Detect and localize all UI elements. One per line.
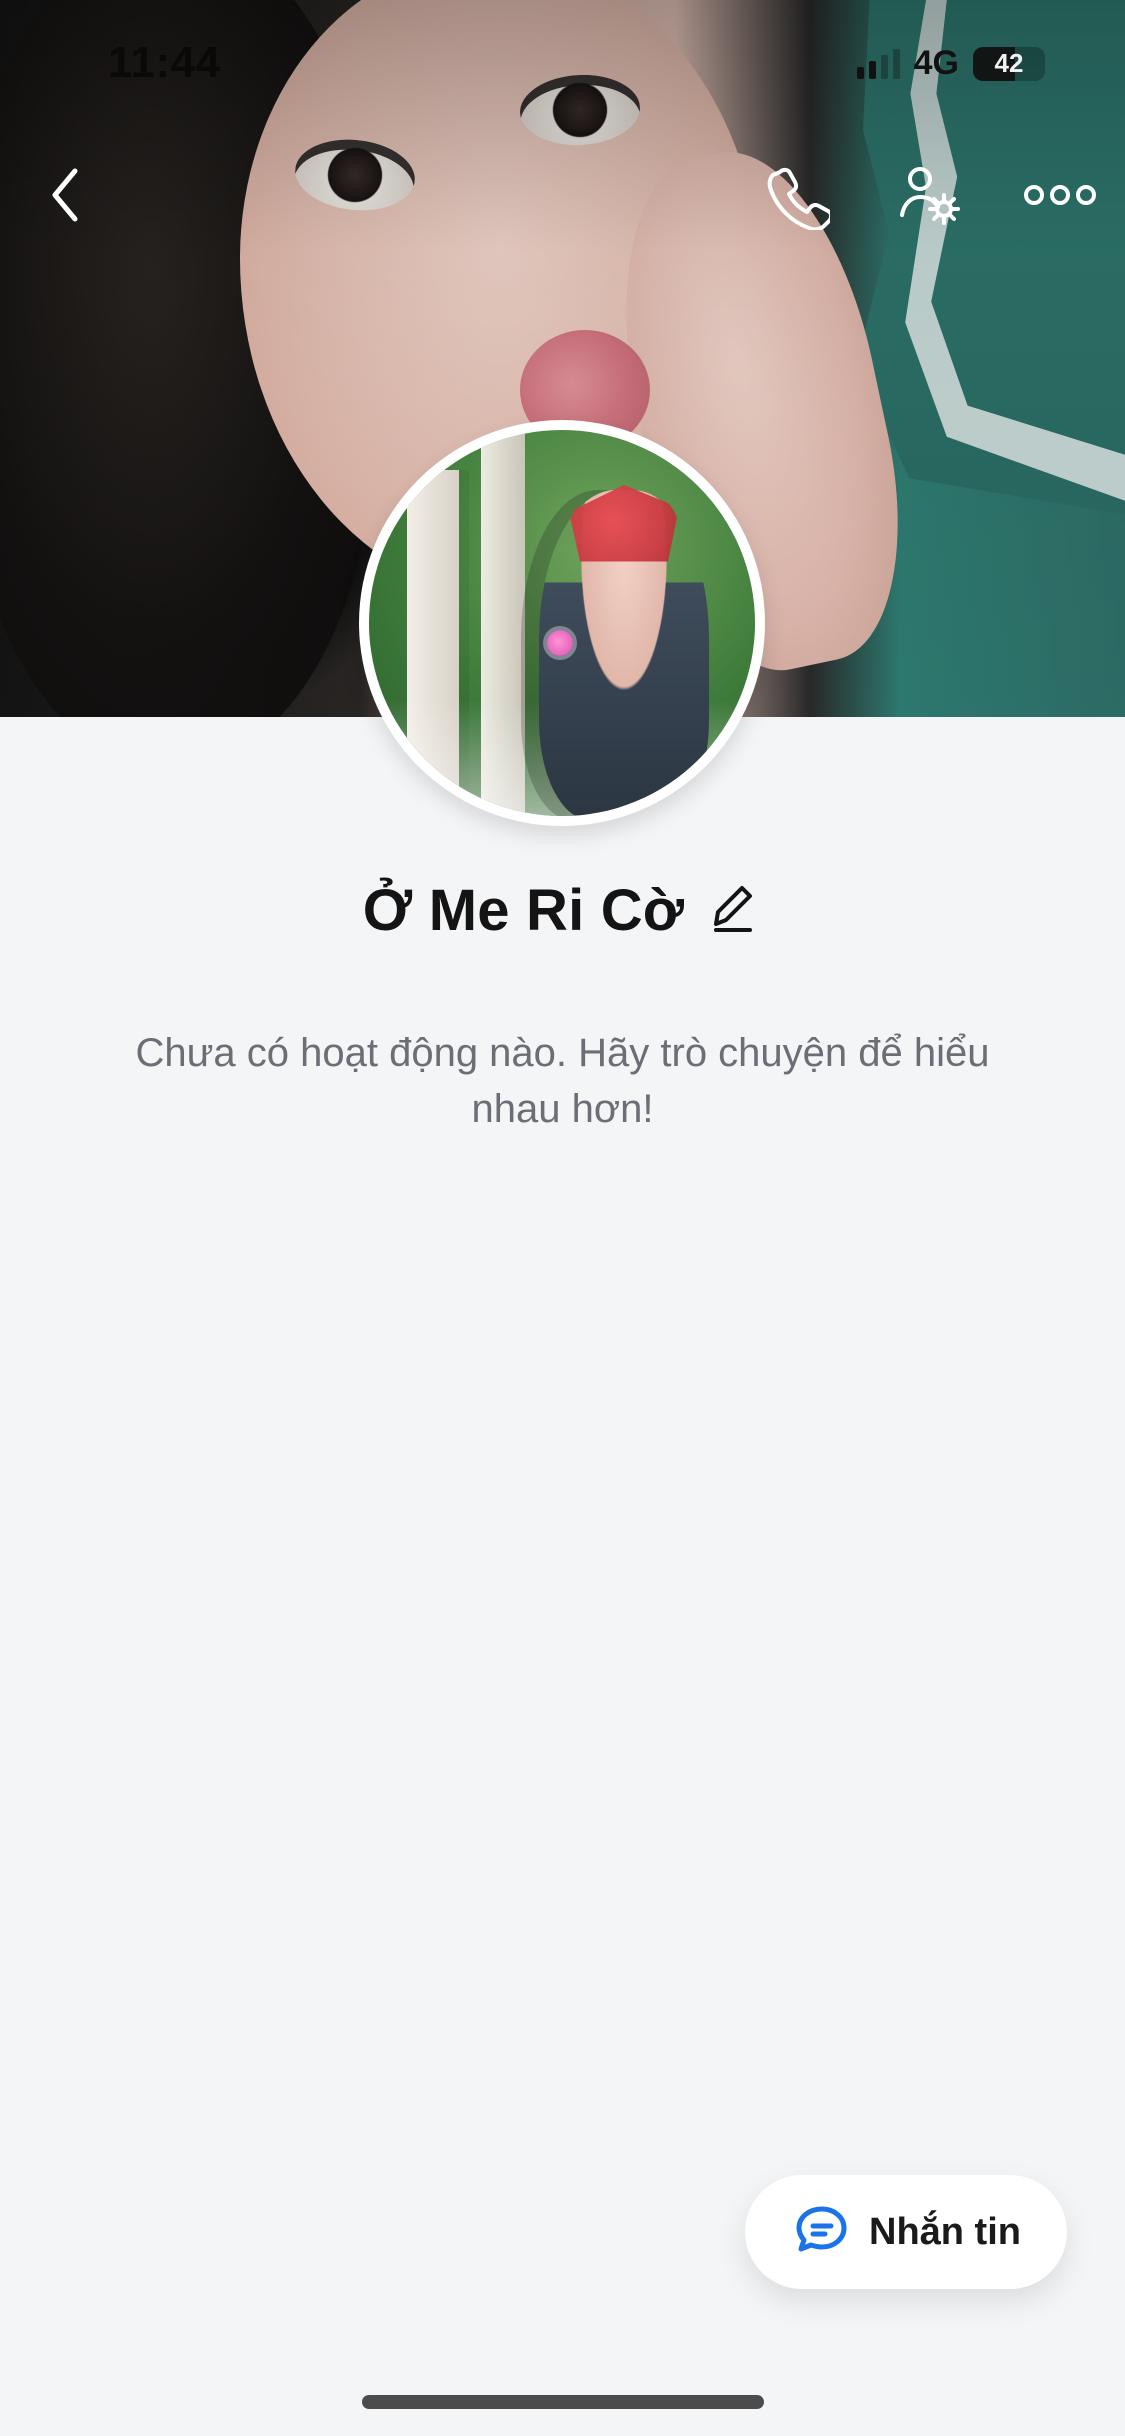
message-button-label: Nhắn tin — [869, 2210, 1021, 2253]
status-time: 11:44 — [108, 38, 221, 87]
pencil-icon — [706, 876, 758, 945]
avatar-sticker — [547, 630, 573, 656]
chat-bubble-icon — [791, 2199, 853, 2266]
status-bar: 11:44 4G 42 — [0, 0, 1125, 130]
back-button[interactable] — [20, 150, 110, 240]
message-button[interactable]: Nhắn tin — [745, 2175, 1067, 2289]
activity-empty-text: Chưa có hoạt động nào. Hãy trò chuyện để… — [135, 1031, 990, 1131]
signal-icon — [856, 48, 900, 79]
user-gear-icon — [892, 157, 968, 233]
battery-icon: 42 — [973, 46, 1045, 81]
profile-top-actions — [0, 150, 1125, 230]
profile-name: Ở Me Ri Cờ — [362, 877, 685, 943]
call-button[interactable] — [750, 150, 840, 240]
edit-name-button[interactable] — [702, 875, 762, 945]
avatar[interactable] — [359, 420, 765, 826]
profile-name-row: Ở Me Ri Cờ — [0, 875, 1125, 945]
network-label: 4G — [913, 44, 959, 82]
profile-settings-button[interactable] — [885, 150, 975, 240]
chevron-left-icon — [43, 163, 87, 227]
home-indicator — [362, 2395, 764, 2409]
more-horizontal-icon — [1022, 180, 1098, 210]
avatar-image — [369, 430, 755, 816]
battery-level: 42 — [994, 48, 1024, 78]
status-indicators: 4G 42 — [856, 44, 1045, 83]
phone-icon — [760, 160, 830, 230]
more-button[interactable] — [1015, 150, 1105, 240]
